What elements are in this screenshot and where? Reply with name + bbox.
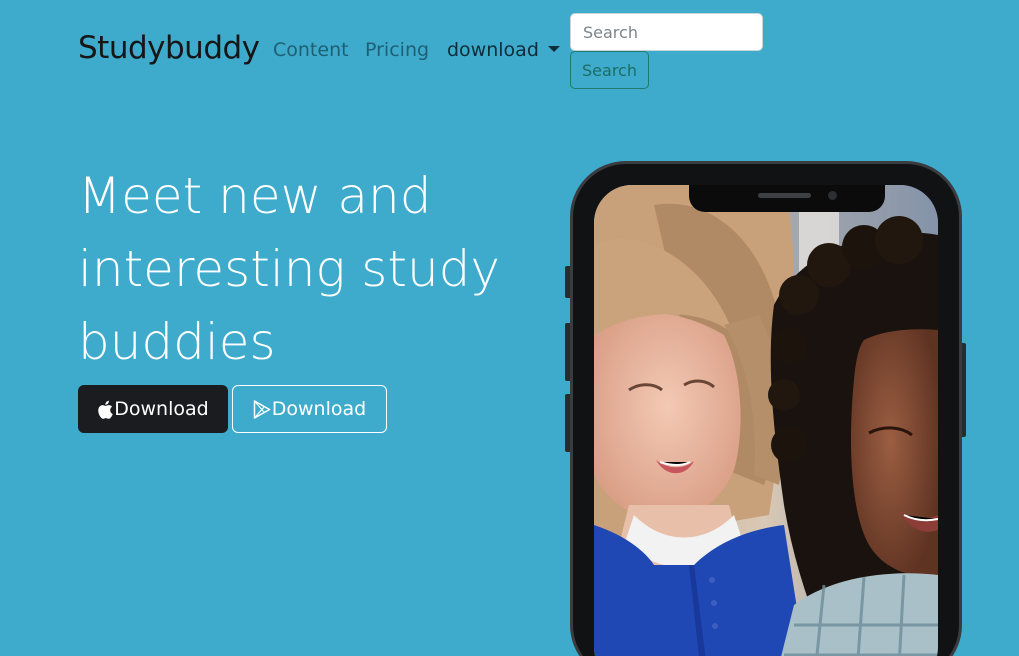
- brand-logo[interactable]: Studybuddy: [78, 30, 260, 66]
- apple-icon: [97, 400, 113, 419]
- app-store-download-label: Download: [114, 398, 209, 420]
- nav-dropdown-download-label: download: [447, 39, 539, 61]
- search-input[interactable]: [570, 13, 763, 51]
- phone-mockup: [570, 161, 962, 656]
- nav-dropdown-download[interactable]: download: [447, 39, 560, 61]
- phone-speaker: [758, 193, 811, 198]
- hero-title-line: interesting study: [78, 240, 500, 298]
- search-button[interactable]: Search: [570, 51, 649, 89]
- hero-title-line: buddies: [78, 313, 276, 371]
- nav-link-content[interactable]: Content: [273, 39, 349, 61]
- landing-page: Studybuddy Content Pricing download Sear…: [0, 0, 1019, 656]
- hero-title: Meet new and interesting study buddies: [78, 160, 548, 379]
- app-store-download-button[interactable]: Download: [78, 385, 228, 433]
- google-play-download-button[interactable]: Download: [232, 385, 387, 433]
- students-photo: [594, 185, 938, 656]
- google-play-download-label: Download: [271, 398, 367, 420]
- phone-camera: [828, 191, 837, 200]
- nav-link-content-label: Content: [273, 39, 349, 61]
- chevron-down-icon: [547, 46, 560, 52]
- google-play-icon: [253, 399, 271, 419]
- phone-notch: [689, 185, 885, 212]
- nav-link-pricing[interactable]: Pricing: [365, 39, 429, 61]
- phone-screen-photo: [594, 185, 938, 656]
- nav-link-pricing-label: Pricing: [365, 39, 430, 61]
- hero-title-line: Meet new and: [78, 167, 432, 225]
